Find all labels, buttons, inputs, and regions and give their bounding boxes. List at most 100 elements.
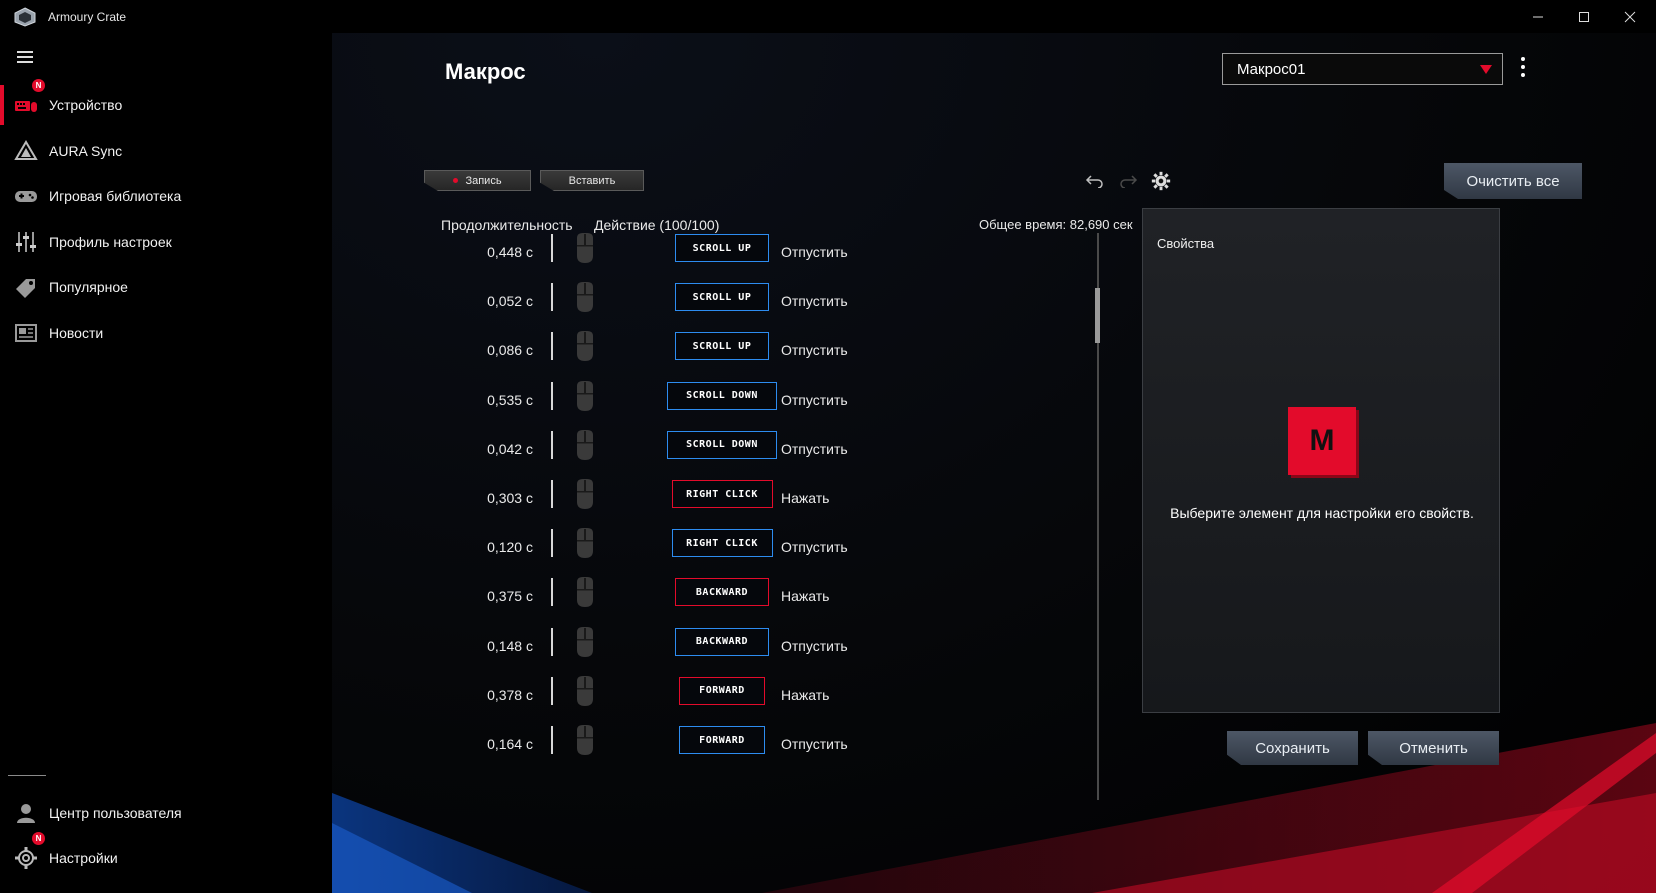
macro-event-row[interactable]: 0,086 с SCROLL UP Отпустить (432, 330, 1132, 379)
mouse-key-chip[interactable]: BACKWARD (675, 627, 769, 656)
properties-title: Свойства (1157, 236, 1215, 251)
sidebar-item-aura-sync[interactable]: AURA Sync (0, 129, 332, 173)
aura-triangle-icon (14, 140, 38, 160)
event-duration: 0,448 с (487, 244, 533, 260)
event-action: Нажать (781, 490, 830, 506)
more-options-icon[interactable] (1520, 57, 1526, 81)
mouse-icon (577, 429, 593, 460)
sidebar-item-settings-profile[interactable]: Профиль настроек (0, 220, 332, 264)
sidebar-item-label: AURA Sync (49, 143, 123, 159)
row-divider (551, 234, 553, 262)
macro-profile-select[interactable]: Макрос01 (1222, 53, 1503, 85)
cancel-button[interactable]: Отменить (1368, 731, 1499, 765)
mouse-key-chip[interactable]: SCROLL DOWN (667, 430, 777, 459)
macro-event-row[interactable]: 0,303 с RIGHT CLICK Нажать (432, 478, 1132, 527)
macro-settings-gear-icon[interactable] (1150, 170, 1172, 192)
event-duration: 0,120 с (487, 539, 533, 556)
app-title: Armoury Crate (48, 10, 127, 24)
news-icon (15, 324, 37, 342)
event-action: Отпустить (781, 293, 848, 310)
event-action: Отпустить (781, 342, 848, 359)
event-action: Нажать (781, 686, 830, 703)
mouse-icon (577, 577, 593, 608)
column-header-action: Действие (100/100) (594, 217, 720, 233)
scrollbar-thumb[interactable] (1095, 288, 1100, 343)
event-duration: 0,164 с (487, 736, 533, 752)
chevron-down-icon (1480, 65, 1492, 74)
macro-profile-value: Макрос01 (1237, 60, 1306, 78)
event-duration: 0,303 с (487, 490, 533, 506)
mouse-icon (577, 479, 593, 509)
event-action: Отпустить (781, 440, 848, 457)
sidebar-item-user-center[interactable]: Центр пользователя (0, 791, 332, 835)
sidebar-item-device[interactable]: N Устройство (0, 79, 332, 127)
column-header-duration: Продолжительность (441, 217, 573, 233)
macro-event-row[interactable]: 0,052 с SCROLL UP Отпустить (432, 281, 1132, 330)
insert-button[interactable]: Вставить (540, 170, 644, 191)
minimize-button[interactable] (1515, 0, 1561, 33)
mouse-key-chip[interactable]: FORWARD (679, 676, 765, 705)
record-button[interactable]: Запись (424, 170, 531, 191)
event-duration: 0,042 с (487, 440, 533, 457)
minimize-icon (1533, 16, 1543, 17)
hamburger-menu-icon[interactable] (17, 51, 33, 63)
macro-event-row[interactable]: 0,448 с SCROLL UP Отпустить (432, 232, 1132, 281)
macro-event-row[interactable]: 0,378 с FORWARD Нажать (432, 675, 1132, 724)
event-action: Отпустить (781, 244, 848, 260)
mouse-key-chip[interactable]: SCROLL UP (675, 283, 769, 312)
close-icon (1624, 11, 1636, 22)
redo-icon[interactable] (1117, 170, 1139, 192)
main-panel: Макрос Макрос01 Запись Вставить Очистить… (332, 33, 1656, 893)
mouse-key-chip[interactable]: FORWARD (679, 726, 765, 754)
row-divider (551, 676, 553, 705)
macro-event-row[interactable]: 0,164 с FORWARD Отпустить (432, 724, 1132, 773)
mouse-icon (577, 331, 593, 362)
clear-all-button[interactable]: Очистить все (1444, 163, 1582, 199)
macro-event-row[interactable]: 0,042 с SCROLL DOWN Отпустить (432, 429, 1132, 478)
macro-event-row[interactable]: 0,375 с BACKWARD Нажать (432, 576, 1132, 625)
sidebar-item-game-library[interactable]: Игровая библиотека (0, 174, 332, 218)
macro-key-icon: M (1288, 407, 1356, 475)
sidebar-item-popular[interactable]: Популярное (0, 265, 332, 309)
close-button[interactable] (1607, 0, 1653, 33)
row-divider (551, 529, 553, 558)
mouse-icon (577, 725, 593, 755)
armoury-crate-logo-icon (14, 7, 36, 27)
sidebar-item-label: Устройство (49, 97, 123, 113)
user-icon (17, 804, 35, 823)
event-duration: 0,086 с (487, 342, 533, 359)
sidebar-item-news[interactable]: Новости (0, 311, 332, 355)
properties-panel: Свойства M Выберите элемент для настройк… (1142, 208, 1500, 713)
event-action: Отпустить (781, 736, 848, 752)
macro-event-row[interactable]: 0,535 с SCROLL DOWN Отпустить (432, 380, 1132, 429)
row-divider (551, 381, 553, 410)
macro-event-row[interactable]: 0,120 с RIGHT CLICK Отпустить (432, 527, 1132, 576)
event-action: Отпустить (781, 539, 848, 556)
mouse-icon (577, 675, 593, 706)
mouse-key-chip[interactable]: RIGHT CLICK (671, 529, 773, 558)
row-divider (551, 283, 553, 312)
sidebar-item-settings[interactable]: N Настройки (0, 832, 332, 880)
sidebar-item-label: Новости (49, 325, 104, 341)
total-time: Общее время: 82,690 сек (979, 217, 1133, 232)
mouse-key-chip[interactable]: SCROLL UP (675, 234, 769, 262)
mouse-key-chip[interactable]: BACKWARD (675, 578, 769, 607)
mouse-key-chip[interactable]: SCROLL DOWN (667, 381, 777, 410)
maximize-button[interactable] (1561, 0, 1607, 33)
mouse-key-chip[interactable]: RIGHT CLICK (671, 480, 773, 508)
keyboard-mouse-icon (15, 101, 37, 112)
sliders-icon (16, 232, 36, 252)
mouse-icon (577, 626, 593, 657)
event-action: Нажать (781, 588, 830, 605)
undo-icon[interactable] (1084, 170, 1106, 192)
active-indicator (0, 85, 4, 125)
maximize-icon (1579, 11, 1589, 22)
event-duration: 0,375 с (487, 588, 533, 605)
properties-hint: Выберите элемент для настройки его свойс… (1170, 505, 1474, 521)
record-dot-icon (453, 178, 459, 183)
record-label: Запись (465, 174, 502, 187)
mouse-key-chip[interactable]: SCROLL UP (675, 332, 769, 361)
mouse-icon (577, 233, 593, 263)
save-button[interactable]: Сохранить (1227, 731, 1358, 765)
macro-event-row[interactable]: 0,148 с BACKWARD Отпустить (432, 626, 1132, 675)
